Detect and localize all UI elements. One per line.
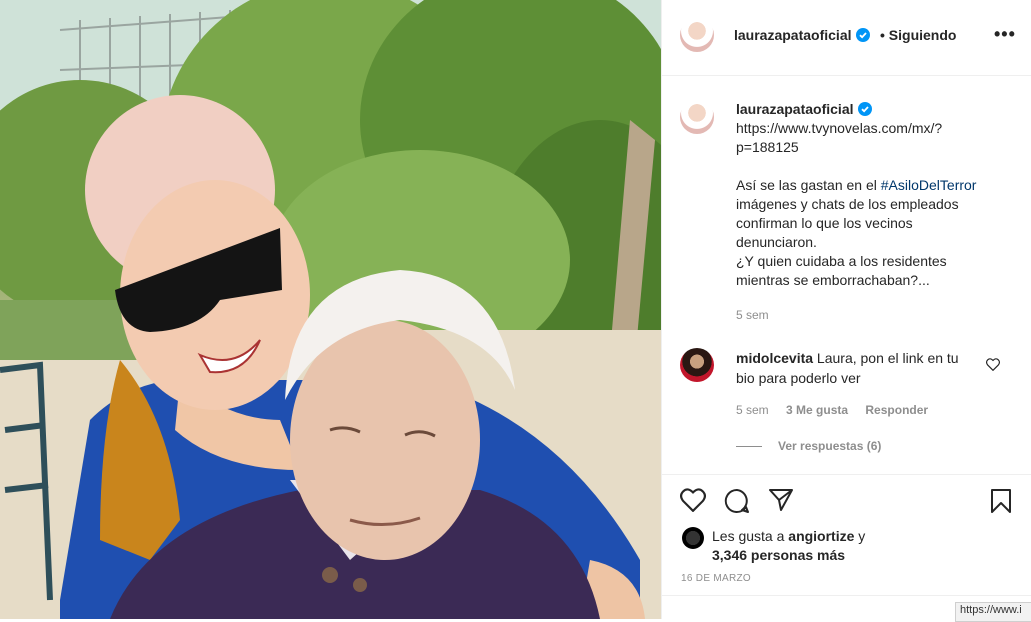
commenter-avatar[interactable] xyxy=(680,348,714,382)
comment-likes[interactable]: 3 Me gusta xyxy=(786,403,848,417)
photo-illustration xyxy=(0,0,661,619)
caption-line: ¿Y quien cuidaba a los residentes xyxy=(736,253,947,269)
liker-username[interactable]: angiortize xyxy=(788,528,854,544)
caption-line: Así se las gastan en el xyxy=(736,177,881,193)
replies-divider xyxy=(736,446,762,448)
comment-text: midolcevita Laura, pon el link en tu bio… xyxy=(736,348,976,388)
author-avatar[interactable] xyxy=(680,18,714,52)
like-heart-icon[interactable] xyxy=(680,488,706,512)
comment-meta: 5 sem 3 Me gusta Responder xyxy=(736,403,928,417)
comment-bubble-icon[interactable] xyxy=(724,488,750,514)
caption-line: confirman lo que los vecinos xyxy=(736,215,913,231)
caption-avatar[interactable] xyxy=(680,100,714,134)
commenter-username[interactable]: midolcevita xyxy=(736,350,813,366)
following-label: Siguiendo xyxy=(888,27,957,43)
caption-url-line-2[interactable]: p=188125 xyxy=(736,139,799,155)
caption-line: imágenes y chats de los empleados xyxy=(736,196,959,212)
author-username[interactable]: laurazapataoficial xyxy=(734,27,870,43)
divider xyxy=(662,595,1031,596)
post-photo[interactable] xyxy=(0,0,661,619)
post-date[interactable]: 16 DE MARZO xyxy=(681,573,751,584)
comment-time[interactable]: 5 sem xyxy=(736,403,769,417)
link-status-bar: https://www.i xyxy=(955,602,1031,622)
following-button[interactable]: • Siguiendo xyxy=(880,27,956,43)
caption-line: denunciaron. xyxy=(736,234,817,250)
likes-prefix: Les gusta a xyxy=(712,528,789,544)
post-sidebar: laurazapataoficial • Siguiendo ••• laura… xyxy=(661,0,1031,619)
more-options-icon[interactable]: ••• xyxy=(994,24,1016,45)
caption-text: laurazapataoficial https://www.tvynovela… xyxy=(736,100,996,325)
caption-username[interactable]: laurazapataoficial xyxy=(736,100,996,119)
reply-button[interactable]: Responder xyxy=(865,403,928,417)
caption-username-text[interactable]: laurazapataoficial xyxy=(736,101,854,117)
share-send-icon[interactable] xyxy=(768,488,794,512)
caption-url-line-1[interactable]: https://www.tvynovelas.com/mx/? xyxy=(736,120,942,136)
likes-suffix: y xyxy=(854,528,866,544)
verified-badge-icon xyxy=(857,102,872,116)
post-header: laurazapataoficial • Siguiendo ••• xyxy=(662,0,1031,76)
action-bar: Les gusta a angiortize y 3,346 personas … xyxy=(662,474,1031,584)
likes-text: Les gusta a angiortize y 3,346 personas … xyxy=(712,527,865,565)
view-replies-button[interactable]: Ver respuestas (6) xyxy=(736,439,881,453)
liker-avatar[interactable] xyxy=(682,527,704,549)
hashtag-link[interactable]: #AsiloDelTerror xyxy=(881,177,977,193)
author-username-text[interactable]: laurazapataoficial xyxy=(734,27,852,43)
view-replies-label: Ver respuestas (6) xyxy=(778,439,882,453)
likes-others-link[interactable]: 3,346 personas más xyxy=(712,547,845,563)
verified-badge-icon xyxy=(855,28,870,42)
caption-time[interactable]: 5 sem xyxy=(736,306,996,325)
save-bookmark-icon[interactable] xyxy=(990,488,1012,514)
caption-line: mientras se emborrachaban?... xyxy=(736,272,930,288)
comment-like-heart-icon[interactable] xyxy=(986,358,1000,371)
